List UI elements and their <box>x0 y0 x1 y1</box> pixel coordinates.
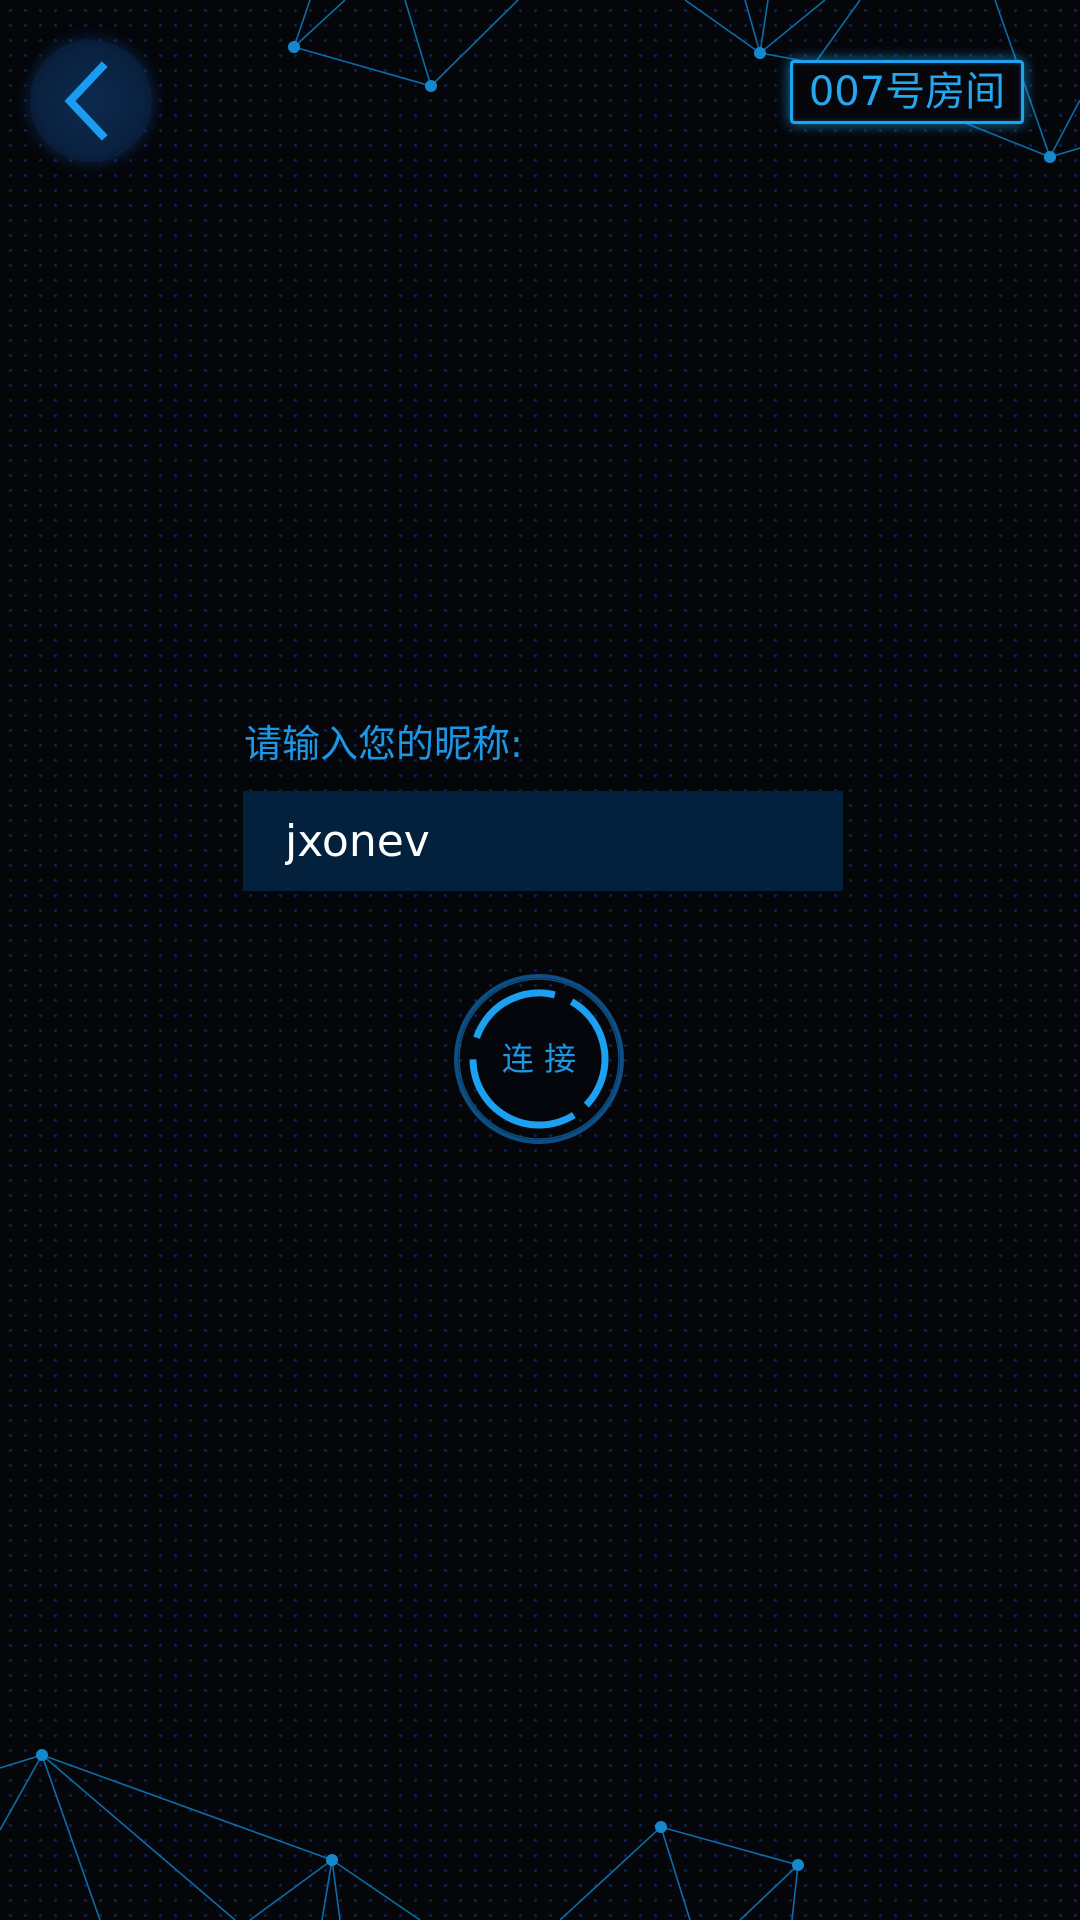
connect-button[interactable]: 连 接 <box>452 972 626 1146</box>
connect-button-label: 连 接 <box>501 1040 577 1078</box>
nickname-label: 请输入您的昵称: <box>244 722 523 766</box>
room-title-badge: 007号房间 <box>790 60 1024 124</box>
back-button[interactable] <box>30 40 152 162</box>
app-screen: 007号房间 请输入您的昵称: 连 接 <box>0 0 1080 1920</box>
network-decoration-bottom <box>0 1749 804 1920</box>
nickname-input[interactable] <box>243 791 843 891</box>
chevron-left-icon <box>64 61 108 141</box>
